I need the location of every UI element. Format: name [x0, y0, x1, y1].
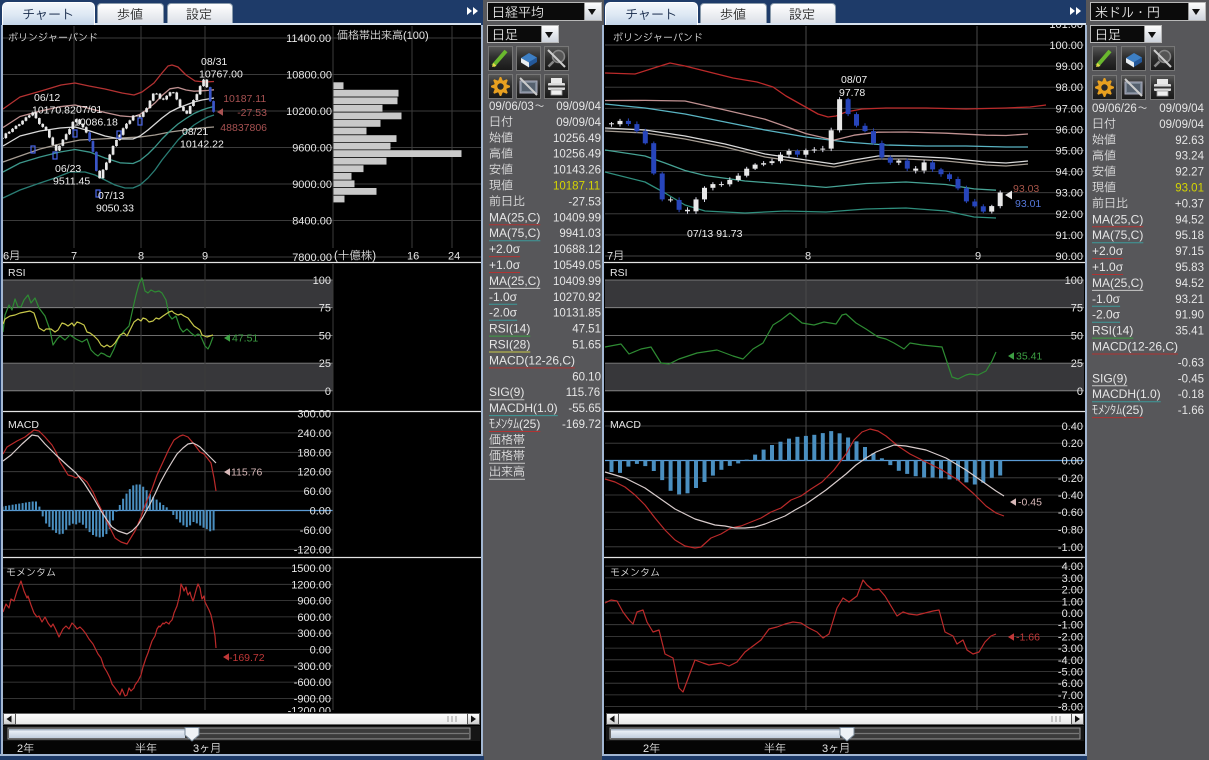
svg-text:MACD(12-26,C): MACD(12-26,C)	[1092, 340, 1178, 354]
svg-text:10143.26: 10143.26	[553, 165, 601, 177]
svg-text:MACD(12-26,C): MACD(12-26,C)	[489, 353, 575, 367]
svg-text:10409.99: 10409.99	[553, 212, 601, 224]
svg-text:RSI(14): RSI(14)	[489, 322, 530, 336]
svg-text:10256.49: 10256.49	[553, 149, 601, 161]
svg-text:3: 3	[193, 743, 199, 755]
svg-text:10270.92: 10270.92	[553, 292, 601, 304]
svg-text:+1.0σ: +1.0σ	[489, 258, 521, 272]
svg-text:115.76: 115.76	[566, 387, 600, 399]
svg-text:91.90: 91.90	[1175, 310, 1204, 322]
svg-text:09/06/03: 09/06/03	[489, 101, 534, 113]
svg-text:+2.0σ: +2.0σ	[1092, 244, 1124, 258]
svg-text:51.65: 51.65	[572, 340, 601, 352]
svg-text:2: 2	[643, 743, 649, 755]
svg-text:10187.11: 10187.11	[553, 181, 600, 193]
svg-text:92.27: 92.27	[1175, 167, 1204, 179]
svg-text:+1.0σ: +1.0σ	[1092, 260, 1124, 274]
svg-text:93.21: 93.21	[1175, 294, 1204, 306]
svg-text:RSI(14): RSI(14)	[1092, 324, 1133, 338]
svg-text:MA(25,C): MA(25,C)	[1092, 212, 1143, 226]
svg-text:-169.72: -169.72	[562, 419, 601, 431]
svg-text:SIG(9): SIG(9)	[1092, 371, 1127, 385]
svg-text:35.41: 35.41	[1175, 326, 1204, 338]
svg-text:97.15: 97.15	[1175, 246, 1204, 258]
svg-text:-1.66: -1.66	[1178, 405, 1204, 417]
svg-text:RSI(28): RSI(28)	[489, 338, 530, 352]
svg-text:-2.0σ: -2.0σ	[489, 306, 518, 320]
svg-text:92.63: 92.63	[1175, 135, 1204, 147]
svg-text:+0.37: +0.37	[1175, 198, 1204, 210]
svg-text:94.52: 94.52	[1175, 278, 1204, 290]
svg-text:3: 3	[822, 743, 828, 755]
svg-text:MACDH(1.0): MACDH(1.0)	[1092, 387, 1161, 401]
svg-text:10688.12: 10688.12	[553, 244, 601, 256]
svg-text:09/06/26: 09/06/26	[1092, 103, 1137, 115]
svg-text:MA(25,C): MA(25,C)	[489, 210, 540, 224]
svg-text:09/09/04: 09/09/04	[1159, 119, 1204, 131]
svg-text:-0.45: -0.45	[1178, 373, 1204, 385]
svg-text:SIG(9): SIG(9)	[489, 385, 524, 399]
svg-text:10131.85: 10131.85	[553, 308, 601, 320]
svg-text:(25): (25)	[519, 417, 540, 431]
svg-text:95.18: 95.18	[1175, 230, 1204, 242]
svg-text:2: 2	[17, 743, 23, 755]
svg-text:-2.0σ: -2.0σ	[1092, 308, 1121, 322]
svg-text:10409.99: 10409.99	[553, 276, 601, 288]
svg-text:10549.05: 10549.05	[553, 260, 601, 272]
svg-text:MA(75,C): MA(75,C)	[489, 226, 540, 240]
svg-text:MA(25,C): MA(25,C)	[1092, 276, 1143, 290]
svg-text:MA(75,C): MA(75,C)	[1092, 228, 1143, 242]
svg-text:-1.0σ: -1.0σ	[489, 290, 518, 304]
svg-text:09/09/04: 09/09/04	[1159, 103, 1204, 115]
svg-text:10256.49: 10256.49	[553, 133, 601, 145]
svg-text:95.83: 95.83	[1175, 262, 1204, 274]
svg-text:09/09/04: 09/09/04	[556, 117, 601, 129]
svg-text:94.52: 94.52	[1175, 214, 1204, 226]
svg-text:-1.0σ: -1.0σ	[1092, 292, 1121, 306]
svg-text:-55.65: -55.65	[568, 403, 601, 415]
svg-text:-0.18: -0.18	[1178, 389, 1204, 401]
svg-text:47.51: 47.51	[572, 324, 601, 336]
svg-text:09/09/04: 09/09/04	[556, 101, 601, 113]
svg-text:-27.53: -27.53	[568, 196, 601, 208]
svg-text:MA(25,C): MA(25,C)	[489, 274, 540, 288]
svg-text:60.10: 60.10	[572, 371, 601, 383]
svg-text:93.24: 93.24	[1175, 151, 1204, 163]
svg-text:93.01: 93.01	[1175, 183, 1204, 195]
svg-text:9941.03: 9941.03	[559, 228, 601, 240]
svg-text:MACDH(1.0): MACDH(1.0)	[489, 401, 558, 415]
svg-text:-0.63: -0.63	[1178, 357, 1204, 369]
svg-text:+2.0σ: +2.0σ	[489, 242, 521, 256]
svg-text:(25): (25)	[1122, 403, 1143, 417]
